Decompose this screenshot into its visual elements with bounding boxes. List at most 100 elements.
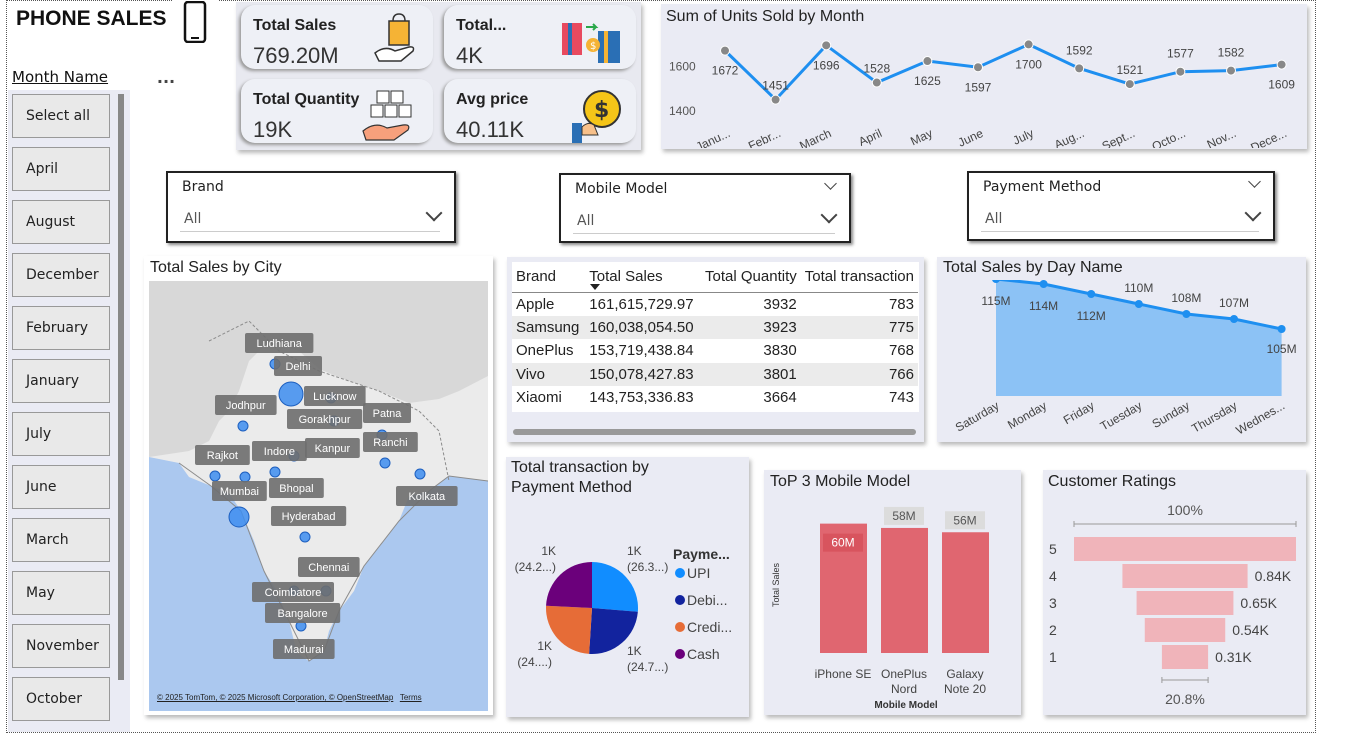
city-label-lucknow[interactable]: Lucknow [304,386,366,406]
payment-dropdown[interactable]: Payment Method All [967,171,1275,241]
city-bubble[interactable] [237,420,249,432]
data-point[interactable] [720,45,730,56]
funnel-bar[interactable] [1161,645,1209,669]
city-label-kolkata[interactable]: Kolkata [396,486,458,506]
x-tick-label: Galaxy [946,667,983,681]
city-bubble[interactable] [228,506,250,528]
data-point[interactable] [1087,290,1096,298]
city-label-gorakhpur[interactable]: Gorakhpur [287,409,363,429]
data-point[interactable] [973,62,983,73]
funnel-bar[interactable] [1144,618,1226,642]
header-chevron-down-icon [1248,175,1261,188]
boxes-hand-icon [362,90,412,141]
table-row[interactable]: Vivo 150,078,427.83 3801 766 [512,362,918,386]
city-bubble[interactable] [278,381,304,407]
india-map[interactable]: Ludhiana Delhi Lucknow Jodhpur Gorakhpur Patn… [149,281,488,711]
city-label-chennai[interactable]: Chennai [298,557,360,577]
data-point[interactable] [1230,315,1238,323]
data-point[interactable] [871,77,882,88]
city-label-indore[interactable]: Indore [252,441,307,461]
city-label-delhi[interactable]: Delhi [274,356,322,376]
data-point[interactable] [770,94,781,105]
month-slicer-item[interactable]: October [12,677,110,721]
city-bubble[interactable] [414,468,426,480]
city-label-text: Ranchi [373,437,407,449]
city-label-hyderabad[interactable]: Hyderabad [271,506,347,526]
legend-item[interactable]: UPI [687,565,710,581]
city-label-bangalore[interactable]: Bangalore [265,603,341,623]
city-label-patna[interactable]: Patna [363,403,411,423]
data-point[interactable] [1175,66,1186,77]
city-label-ranchi[interactable]: Ranchi [363,432,418,452]
month-slicer-item[interactable]: April [12,147,110,191]
city-bubble[interactable] [379,457,391,469]
city-label-kanpur[interactable]: Kanpur [305,438,360,458]
data-point[interactable] [1039,280,1048,288]
city-label-ludhiana[interactable]: Ludhiana [245,333,314,353]
brand-dropdown-value: All [184,211,202,227]
data-point[interactable] [1023,39,1034,50]
month-slicer-item[interactable]: November [12,624,110,668]
month-slicer-item[interactable]: July [12,412,110,456]
data-point[interactable] [1074,63,1085,74]
payment-chart-title-2: Payment Method [511,479,632,496]
funnel-bar[interactable] [1074,537,1296,561]
data-point[interactable] [821,40,832,51]
legend-item[interactable]: Cash [687,646,720,662]
bar[interactable] [881,527,928,653]
table-header[interactable]: Total Sales [585,262,697,292]
data-point[interactable] [1276,59,1287,70]
table-header[interactable]: Total transaction [801,262,918,292]
data-point[interactable] [1277,325,1286,333]
kpi-value: 40.11K [456,117,525,142]
funnel-bar[interactable] [1136,591,1234,615]
table-header[interactable]: Total Quantity [698,262,801,292]
data-label: 1577 [1167,47,1194,61]
month-slicer-item[interactable]: June [12,465,110,509]
city-bubble[interactable] [299,531,311,543]
month-slicer-item[interactable]: December [12,253,110,297]
table-row[interactable]: OnePlus 153,719,438.84 3830 768 [512,339,918,363]
table-row[interactable]: Apple 161,615,729.97 3932 783 [512,292,918,316]
data-point[interactable] [922,56,933,67]
table-row[interactable]: Samsung 160,038,054.50 3923 775 [512,315,918,339]
city-label-jodhpur[interactable]: Jodhpur [215,395,277,415]
month-slicer-item[interactable]: August [12,200,110,244]
legend-item[interactable]: Debi... [687,592,727,608]
table-row[interactable]: Xiaomi 143,753,336.83 3664 743 [512,386,918,410]
month-slicer-item[interactable]: January [12,359,110,403]
month-slicer-item[interactable]: May [12,571,110,615]
city-label-coimbatore[interactable]: Coimbatore [252,582,334,602]
pie-slice[interactable] [546,605,592,654]
month-slicer-item[interactable]: Select all [12,94,110,138]
data-point[interactable] [1226,65,1236,76]
data-label: 115M [981,294,1010,308]
city-label-bhopal[interactable]: Bhopal [269,478,324,498]
city-label-rajkot[interactable]: Rajkot [195,445,250,465]
page-title: PHONE SALES [16,7,167,30]
funnel-bar[interactable] [1122,564,1248,588]
slicer-scrollbar[interactable] [118,94,124,680]
more-options-button[interactable]: ... [151,68,181,96]
table-header[interactable]: Brand [512,262,585,292]
bar[interactable] [942,532,989,653]
terms-link[interactable]: Terms [400,693,422,702]
brand-dropdown-label: Brand [182,179,224,195]
city-label-mumbai[interactable]: Mumbai [212,481,267,501]
sort-desc-icon[interactable] [590,284,600,290]
data-point[interactable] [1182,310,1191,318]
brand-dropdown[interactable]: Brand All [166,171,456,243]
data-point[interactable] [1134,300,1143,308]
month-slicer-item[interactable]: February [12,306,110,350]
city-bubble[interactable] [269,466,281,478]
model-dropdown[interactable]: Mobile Model All [559,173,851,243]
data-point[interactable] [1124,79,1135,90]
dropdown-underline [573,233,835,234]
city-label-madurai[interactable]: Madurai [273,639,335,659]
city-bubble[interactable] [239,471,251,483]
table-cell: 160,038,054.50 [589,318,694,336]
table-scrollbar[interactable] [513,429,916,435]
month-slicer-item[interactable]: March [12,518,110,562]
city-bubble[interactable] [209,470,221,482]
legend-item[interactable]: Credi... [687,619,732,635]
